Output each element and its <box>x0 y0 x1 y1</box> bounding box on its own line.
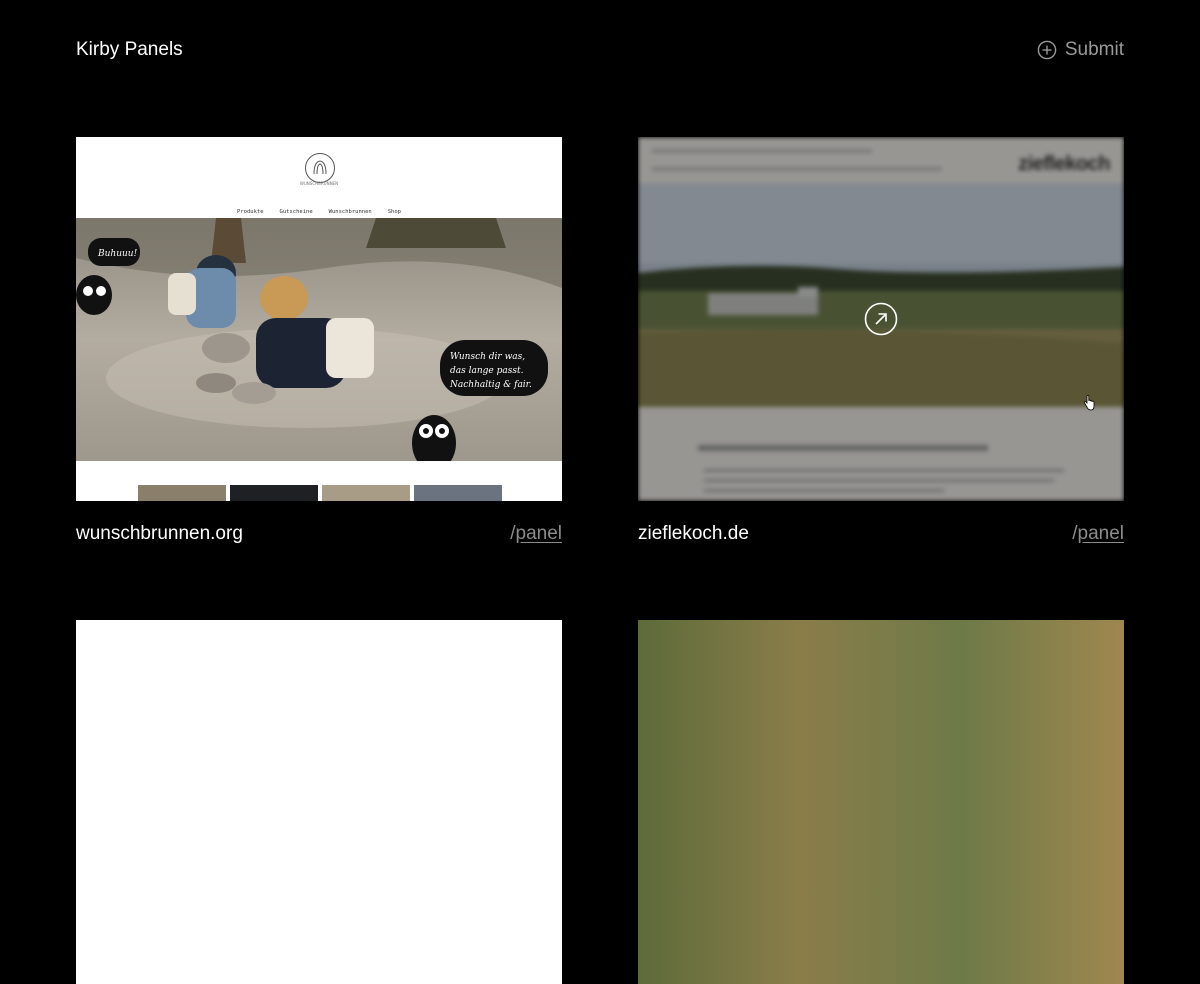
preview-nav-item: Produkte <box>237 209 264 215</box>
preview-nav-item: Gutscheine <box>279 209 313 215</box>
panel-link-label: panel <box>515 523 563 544</box>
preview-hero-photo: Buhuuu! Wunsch dir was, das lange passt.… <box>76 218 562 461</box>
preview-site-header: WUNSCHBRUNNEN Produkte Gutscheine Wunsch… <box>76 137 562 218</box>
panel-card-next <box>638 620 1124 984</box>
preview-nav: Produkte Gutscheine Wunschbrunnen Shop <box>76 209 562 215</box>
preview-nav-item: Wunschbrunnen <box>328 209 372 215</box>
panel-link[interactable]: /panel <box>1072 523 1124 545</box>
preview-logo-text: WUNSCHBRUNNEN <box>299 181 339 186</box>
preview-gallery-image <box>138 485 226 501</box>
svg-text:Nachhaltig & fair.: Nachhaltig & fair. <box>449 380 532 390</box>
site-domain-link[interactable]: zieflekoch.de <box>638 523 749 545</box>
preview-gallery-image <box>230 485 318 501</box>
panel-card-wunschbrunnen: WUNSCHBRUNNEN Produkte Gutscheine Wunsch… <box>76 137 562 551</box>
site-header: Kirby Panels Submit <box>76 36 1124 64</box>
submit-label: Submit <box>1064 39 1124 60</box>
site-preview-thumbnail[interactable] <box>638 620 1124 984</box>
panel-link[interactable]: /panel <box>510 523 562 545</box>
card-meta: zieflekoch.de /panel <box>638 521 1124 551</box>
site-title[interactable]: Kirby Panels <box>76 39 183 61</box>
card-meta: wunschbrunnen.org /panel <box>76 521 562 551</box>
preview-gallery-image <box>414 485 502 501</box>
site-preview-thumbnail[interactable]: zieflekoch <box>638 137 1124 501</box>
external-link-arrow-icon[interactable] <box>864 302 898 336</box>
svg-text:Buhuuu!: Buhuuu! <box>97 249 138 259</box>
svg-text:Wunsch dir was,: Wunsch dir was, <box>450 352 525 362</box>
preview-logo-icon <box>305 153 335 183</box>
panel-card-next <box>76 620 562 984</box>
preview-gallery-image <box>322 485 410 501</box>
site-preview-thumbnail[interactable] <box>76 620 562 984</box>
hand-pointer-icon <box>1083 395 1095 411</box>
panel-card-zieflekoch: zieflekoch zieflekoch.de /panel <box>638 137 1124 551</box>
preview-nav-item: Shop <box>387 209 401 215</box>
site-domain-link[interactable]: wunschbrunnen.org <box>76 523 243 545</box>
site-preview-thumbnail[interactable]: WUNSCHBRUNNEN Produkte Gutscheine Wunsch… <box>76 137 562 501</box>
submit-button[interactable]: Submit <box>1037 39 1124 61</box>
plus-circle-icon <box>1037 40 1057 60</box>
preview-gallery <box>138 485 502 501</box>
svg-text:das lange passt.: das lange passt. <box>450 366 524 376</box>
panel-link-label: panel <box>1077 523 1125 544</box>
